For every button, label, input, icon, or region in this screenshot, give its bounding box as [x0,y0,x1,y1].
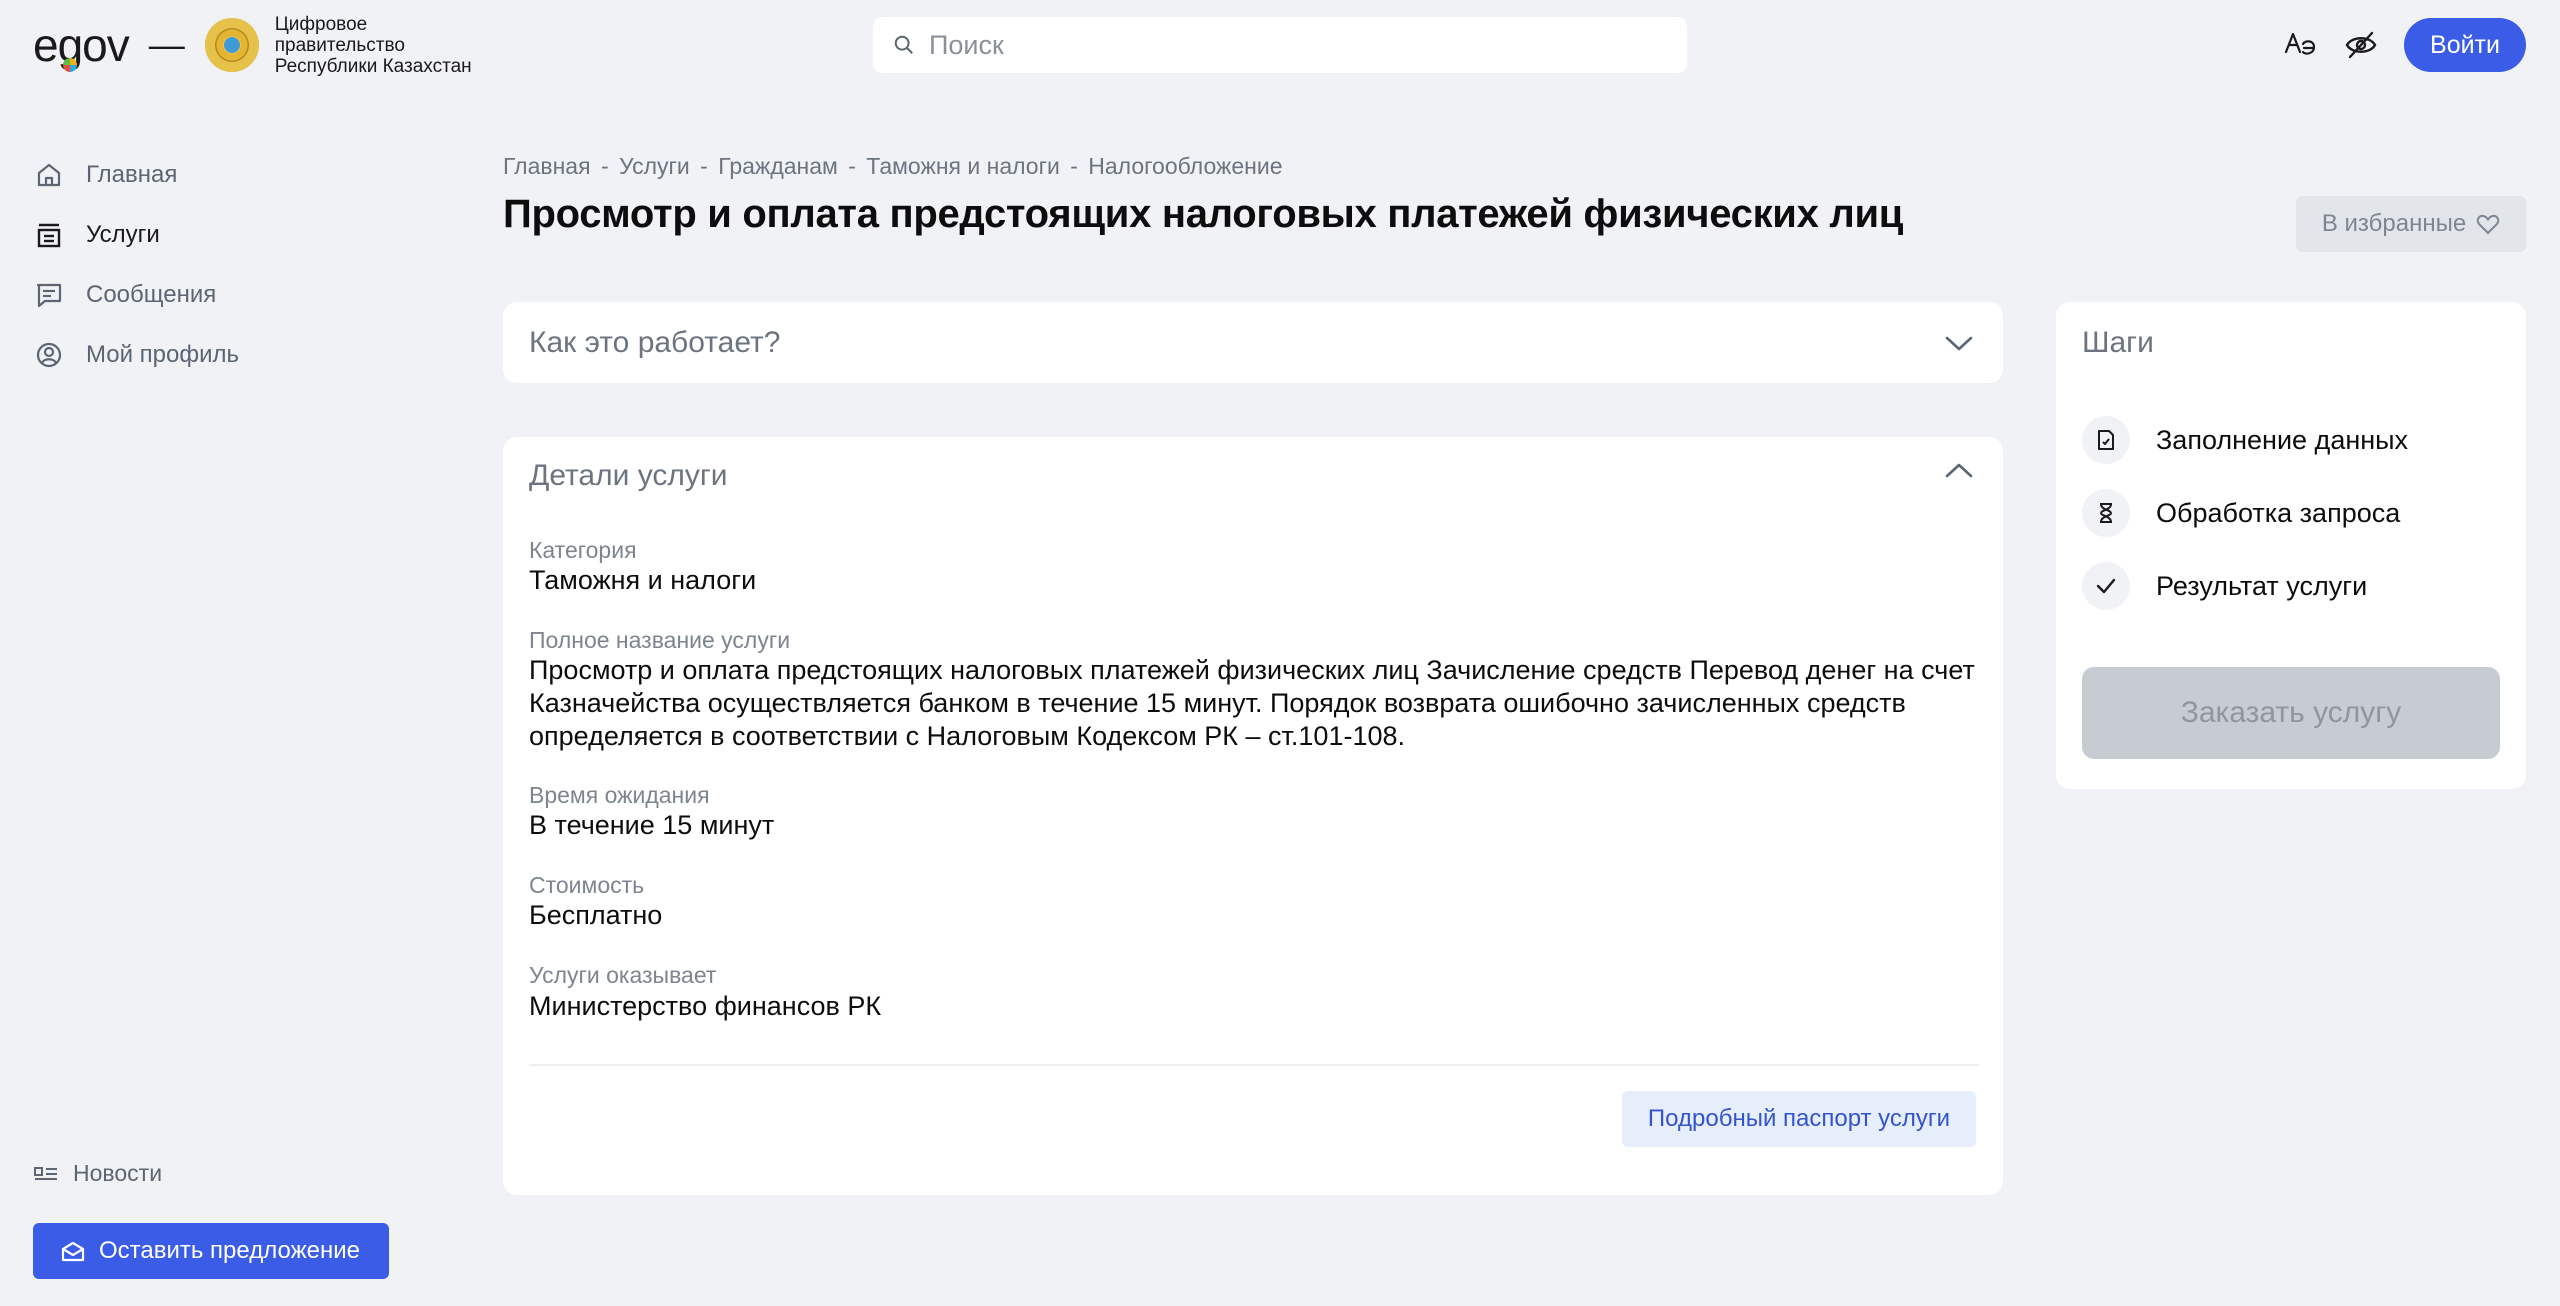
provider-value: Министерство финансов РК [529,991,882,1021]
divider [529,1064,1979,1066]
chevron-down-icon[interactable] [1944,333,1974,353]
step-label: Результат услуги [2156,570,2368,601]
heart-icon [2476,214,2500,235]
kazakhstan-emblem-icon [204,18,259,72]
chevron-up-icon[interactable] [1944,461,1974,481]
sidebar-item-label: Услуги [86,221,160,248]
government-name: Цифровое правительство Республики Казахс… [275,14,505,77]
breadcrumb-separator: - [700,153,708,179]
accessibility-eye-icon[interactable] [2342,26,2380,64]
search-bar[interactable] [873,17,1687,73]
breadcrumb-separator: - [600,153,609,179]
message-icon [33,279,65,311]
step-label: Обработка запроса [2156,497,2401,528]
top-header: egov — Цифровое правительство Республики… [0,0,2560,90]
news-link[interactable]: Новости [33,1160,162,1187]
step-fill-data: Заполнение данных [2082,416,2408,464]
logo-dot-icon [63,58,77,72]
check-icon [2082,562,2130,610]
leave-suggestion-label: Оставить предложение [99,1237,360,1264]
sidebar-item-label: Главная [86,161,178,188]
service-details-card: Детали услуги Категория Таможня и налоги… [503,437,2003,1195]
hourglass-icon [2082,489,2130,537]
favorites-label: В избранные [2321,210,2467,237]
services-icon [33,219,65,251]
how-it-works-card[interactable]: Как это работает? [503,302,2003,383]
steps-card: Шаги Заполнение данных Обработка запроса… [2056,302,2526,789]
how-it-works-title: Как это работает? [529,326,781,359]
breadcrumb-separator: - [1070,153,1078,179]
waiting-time-label: Время ожидания [529,782,710,808]
step-processing: Обработка запроса [2082,489,2400,537]
sidebar-item-messages[interactable]: Сообщения [33,275,216,315]
sidebar-item-services[interactable]: Услуги [33,215,160,255]
cost-value: Бесплатно [529,900,663,930]
leave-suggestion-button[interactable]: Оставить предложение [33,1223,389,1279]
service-passport-button[interactable]: Подробный паспорт услуги [1622,1091,1976,1147]
profile-icon [33,339,65,371]
full-service-name-value: Просмотр и оплата предстоящих налоговых … [529,655,1975,751]
breadcrumb-link-home[interactable]: Главная [503,153,591,179]
sidebar-item-label: Сообщения [86,281,217,308]
waiting-time-value: В течение 15 минут [529,810,775,840]
breadcrumb-link-services[interactable]: Услуги [619,153,690,179]
add-to-favorites-button[interactable]: В избранные [2296,196,2526,252]
service-details-title: Детали услуги [529,459,728,492]
page-title: Просмотр и оплата предстоящих налоговых … [503,192,1904,236]
government-name-line: правительство [274,34,405,56]
sidebar-item-home[interactable]: Главная [33,155,177,195]
news-label: Новости [73,1160,163,1186]
login-button[interactable]: Войти [2404,18,2526,72]
breadcrumb: Главная - Услуги - Гражданам - Таможня и… [503,153,1287,180]
breadcrumb-link-customs-taxes[interactable]: Таможня и налоги [866,153,1060,179]
cost-label: Стоимость [529,872,645,898]
step-result: Результат услуги [2082,562,2367,610]
sidebar-item-label: Мой профиль [86,341,240,368]
envelope-icon [61,1241,85,1262]
category-value: Таможня и налоги [529,565,757,595]
logo-wordmark: egov [33,19,130,71]
breadcrumb-link-taxation[interactable]: Налогообложение [1088,153,1282,179]
order-service-button[interactable]: Заказать услугу [2082,667,2500,759]
news-icon [34,1166,57,1180]
full-service-name-label: Полное название услуги [529,627,791,653]
egov-logo[interactable]: egov — Цифровое правительство Республики… [33,14,505,77]
breadcrumb-separator: - [848,153,856,179]
government-name-line: Цифровое [274,13,368,35]
provider-label: Услуги оказывает [529,962,717,988]
category-label: Категория [529,537,637,563]
steps-title: Шаги [2082,326,2154,359]
search-input[interactable] [929,29,1669,61]
breadcrumb-link-citizens[interactable]: Гражданам [718,153,838,179]
home-icon [33,159,65,191]
government-name-line: Республики Казахстан [274,55,472,77]
sidebar-item-profile[interactable]: Мой профиль [33,335,239,375]
form-icon [2082,416,2130,464]
step-label: Заполнение данных [2156,424,2409,455]
search-icon [894,35,913,54]
logo-dash: — [148,24,185,65]
language-switch-icon[interactable] [2281,26,2319,64]
